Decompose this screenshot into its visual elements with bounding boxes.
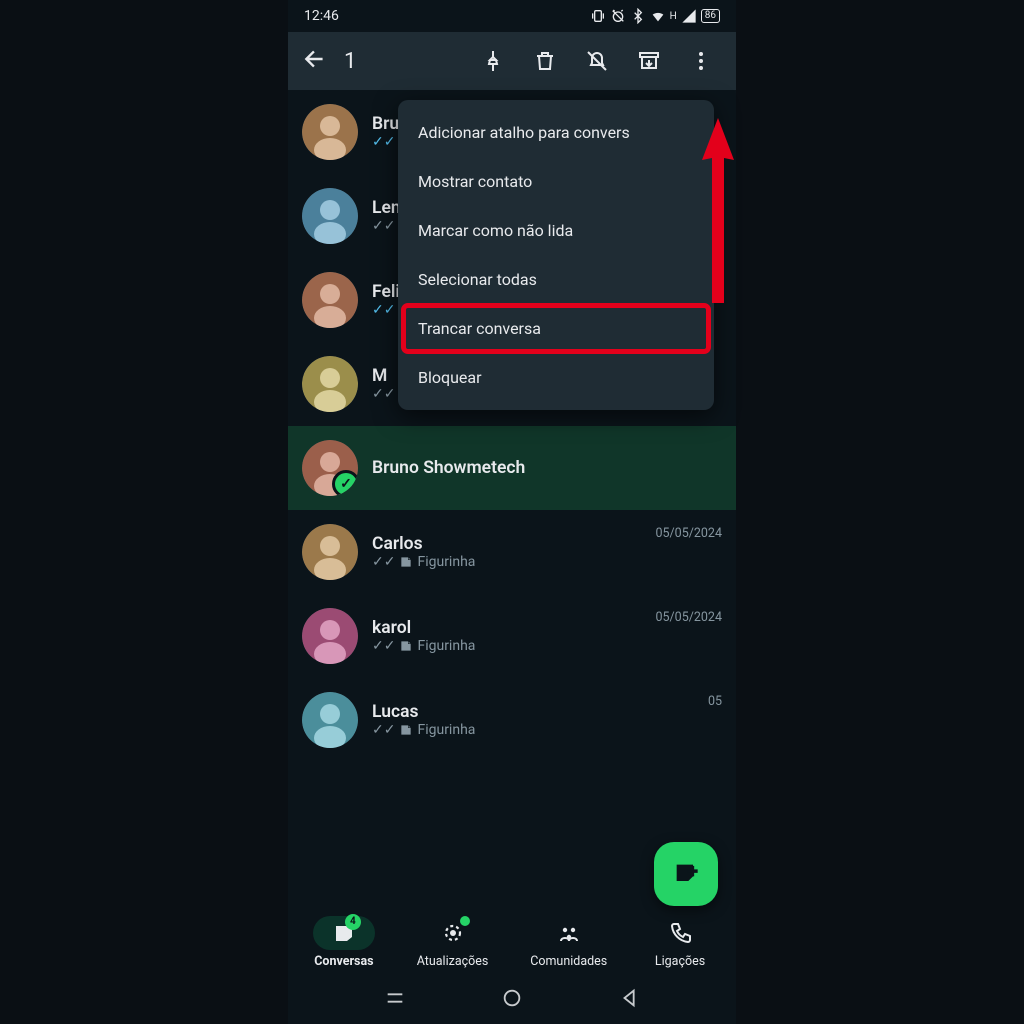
status-icons: H 86 <box>590 8 720 24</box>
nav-badge: 4 <box>345 914 361 930</box>
new-chat-fab[interactable] <box>654 842 718 906</box>
chat-main: Bruno Showmetech <box>372 458 708 478</box>
nav-pill <box>649 916 711 950</box>
bottom-nav: 4 Conversas Atualizações Comunidades Lig… <box>288 902 736 976</box>
new-chat-icon <box>672 860 700 888</box>
chat-name: karol <box>372 618 641 638</box>
vibrate-icon <box>590 8 606 24</box>
nav-item-atualizações[interactable]: Atualizações <box>417 916 489 969</box>
status-bar: 12:46 H 86 <box>288 0 736 32</box>
nav-icon <box>668 921 692 945</box>
chat-row[interactable]: Carlos ✓✓ Figurinha 05/05/2024 <box>288 510 736 594</box>
delete-button[interactable] <box>524 49 566 73</box>
nav-label: Comunidades <box>530 954 607 969</box>
nav-item-conversas[interactable]: 4 Conversas <box>313 916 375 969</box>
chat-main: Carlos ✓✓ Figurinha <box>372 534 641 570</box>
chat-preview: ✓✓ Figurinha <box>372 554 641 570</box>
menu-item[interactable]: Marcar como não lida <box>398 206 714 255</box>
nav-item-ligações[interactable]: Ligações <box>649 916 711 969</box>
chat-date: 05 <box>708 694 722 709</box>
avatar[interactable] <box>302 440 358 496</box>
mute-button[interactable] <box>576 49 618 73</box>
archive-button[interactable] <box>628 49 670 73</box>
chat-row[interactable]: Lucas ✓✓ Figurinha 05 <box>288 678 736 762</box>
menu-item[interactable]: Selecionar todas <box>398 255 714 304</box>
chat-preview: ✓✓ Figurinha <box>372 638 641 654</box>
nav-pill <box>313 916 375 950</box>
nav-label: Conversas <box>314 954 373 969</box>
alarm-off-icon <box>610 8 626 24</box>
menu-item[interactable]: Mostrar contato <box>398 157 714 206</box>
menu-item[interactable]: Trancar conversa <box>404 306 708 351</box>
menu-item[interactable]: Adicionar atalho para convers <box>398 108 714 157</box>
nav-item-comunidades[interactable]: Comunidades <box>530 916 607 969</box>
avatar[interactable] <box>302 524 358 580</box>
nav-label: Atualizações <box>417 954 489 969</box>
chat-row[interactable]: karol ✓✓ Figurinha 05/05/2024 <box>288 594 736 678</box>
chat-main: Lucas ✓✓ Figurinha <box>372 702 694 738</box>
wifi-icon <box>650 8 666 24</box>
recent-apps-button[interactable] <box>384 987 406 1013</box>
nav-pill <box>538 916 600 950</box>
pin-icon <box>481 49 505 73</box>
sticker-icon <box>399 723 413 737</box>
trash-icon <box>533 49 557 73</box>
selection-action-bar: 1 <box>288 32 736 90</box>
status-time: 12:46 <box>304 8 339 24</box>
archive-icon <box>637 49 661 73</box>
network-type: H <box>670 11 677 22</box>
chat-name: Lucas <box>372 702 694 722</box>
chat-row[interactable]: Bruno Showmetech <box>288 426 736 510</box>
sticker-icon <box>399 555 413 569</box>
home-button[interactable] <box>501 987 523 1013</box>
chat-date: 05/05/2024 <box>655 526 722 541</box>
back-button[interactable] <box>302 46 328 76</box>
nav-dot <box>460 916 470 926</box>
more-vert-icon <box>689 49 713 73</box>
annotation-arrow <box>698 98 738 308</box>
system-nav <box>288 976 736 1024</box>
selection-count: 1 <box>344 49 356 74</box>
bell-off-icon <box>585 49 609 73</box>
chat-main: karol ✓✓ Figurinha <box>372 618 641 654</box>
avatar[interactable] <box>302 608 358 664</box>
avatar[interactable] <box>302 188 358 244</box>
nav-pill <box>422 916 484 950</box>
back-nav-button[interactable] <box>619 987 641 1013</box>
more-button[interactable] <box>680 49 722 73</box>
menu-item[interactable]: Bloquear <box>398 353 714 402</box>
avatar[interactable] <box>302 104 358 160</box>
nav-icon <box>557 921 581 945</box>
chat-date: 05/05/2024 <box>655 610 722 625</box>
nav-label: Ligações <box>655 954 705 969</box>
avatar[interactable] <box>302 356 358 412</box>
pin-button[interactable] <box>472 49 514 73</box>
chat-preview: ✓✓ Figurinha <box>372 722 694 738</box>
context-menu: Adicionar atalho para conversMostrar con… <box>398 100 714 410</box>
avatar[interactable] <box>302 692 358 748</box>
chat-name: Bruno Showmetech <box>372 458 708 478</box>
sticker-icon <box>399 639 413 653</box>
avatar[interactable] <box>302 272 358 328</box>
chat-name: Carlos <box>372 534 641 554</box>
signal-icon <box>681 8 697 24</box>
bluetooth-icon <box>630 8 646 24</box>
battery-level: 86 <box>701 9 720 23</box>
